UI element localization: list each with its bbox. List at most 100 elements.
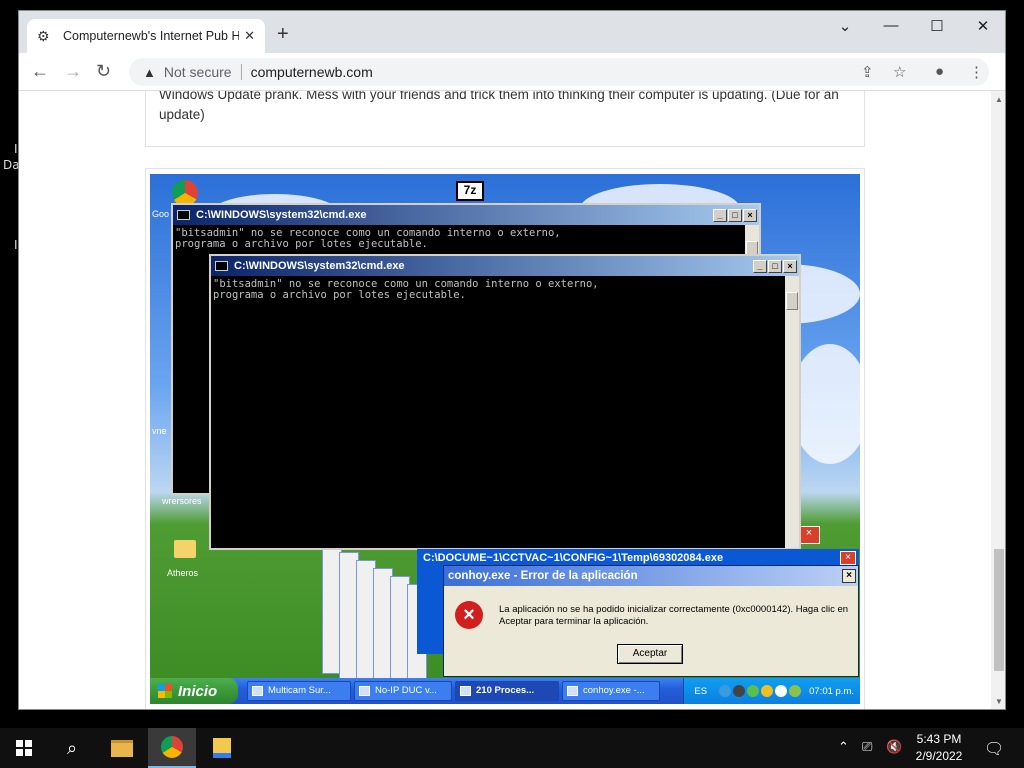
- app-icon[interactable]: [198, 728, 246, 768]
- cmd-icon: [215, 261, 228, 271]
- cmd-output: "bitsadmin" no se reconoce como un coman…: [213, 278, 599, 301]
- browser-tab[interactable]: ⚙ Computernewb's Internet Pub H ✕: [27, 19, 265, 53]
- maximize-button[interactable]: □: [768, 259, 782, 273]
- clock-date: 2/9/2022: [915, 749, 963, 763]
- cmd-console[interactable]: "bitsadmin" no se reconoce como un coman…: [211, 276, 785, 548]
- scroll-thumb[interactable]: [994, 549, 1004, 671]
- taskbar-button-label: No-IP DUC v...: [375, 685, 437, 696]
- back-button[interactable]: ←: [31, 61, 49, 82]
- start-label: Inicio: [178, 682, 218, 700]
- taskbar-button[interactable]: Multicam Sur...: [247, 681, 351, 701]
- article-description: Windows Update prank. Mess with your fri…: [159, 91, 839, 122]
- chevron-up-icon[interactable]: ⌃: [838, 739, 849, 755]
- tab-close-icon[interactable]: ✕: [244, 28, 255, 44]
- taskbar-button[interactable]: 210 Proces...: [455, 681, 559, 701]
- search-icon[interactable]: ⌕: [48, 728, 96, 768]
- warning-icon[interactable]: ▲: [143, 65, 156, 80]
- tray-icon[interactable]: [733, 685, 746, 697]
- scroll-thumb[interactable]: [786, 292, 798, 310]
- maximize-button[interactable]: □: [728, 208, 742, 222]
- language-indicator[interactable]: ES: [694, 686, 707, 697]
- dialog-titlebar[interactable]: conhoy.exe - Error de la aplicación ×: [444, 566, 858, 586]
- app-icon: [567, 686, 578, 696]
- desktop-text-fragment: I: [14, 142, 18, 156]
- cmd-titlebar[interactable]: C:\WINDOWS\system32\cmd.exe _ □ ×: [211, 256, 799, 276]
- bookmark-star-icon[interactable]: ☆: [893, 63, 906, 81]
- windows-logo-icon: [16, 740, 32, 756]
- profile-avatar-icon[interactable]: ●: [935, 63, 944, 80]
- close-button[interactable]: ×: [798, 526, 820, 544]
- windows-taskbar: ⌕ ⌃ ⎚ 🔇 5:43 PM 2/9/2022 🗨: [0, 728, 1024, 768]
- taskbar-button-label: Multicam Sur...: [268, 685, 331, 696]
- reload-button[interactable]: ↻: [96, 61, 111, 82]
- shield-icon[interactable]: [761, 685, 774, 697]
- tab-title: Computernewb's Internet Pub H: [63, 29, 239, 43]
- new-tab-button[interactable]: +: [277, 23, 289, 46]
- site-favicon-icon: ⚙: [37, 28, 50, 44]
- xp-clock[interactable]: 07:01 p.m.: [809, 686, 854, 697]
- close-window-button[interactable]: ✕: [960, 17, 1005, 35]
- address-bar[interactable]: ▲ Not secure computernewb.com ⇪ ☆ ● ⋮: [129, 58, 989, 86]
- desktop-icon-label: wrersores: [162, 496, 202, 506]
- error-message: La aplicación no se ha podido inicializa…: [499, 604, 849, 627]
- minimize-button[interactable]: _: [713, 208, 727, 222]
- scroll-down-arrow-icon[interactable]: ▼: [995, 697, 1003, 706]
- desktop-text-fragment: I: [14, 238, 18, 252]
- error-icon: ×: [455, 601, 483, 629]
- tray-icon[interactable]: [719, 685, 732, 697]
- maximize-button[interactable]: ☐: [914, 17, 960, 35]
- scroll-up-arrow-icon[interactable]: ▲: [995, 95, 1003, 104]
- folder-icon[interactable]: [174, 540, 196, 558]
- taskbar-button[interactable]: conhoy.exe -...: [562, 681, 660, 701]
- cmd-scrollbar[interactable]: [785, 276, 799, 548]
- tab-strip: ⚙ Computernewb's Internet Pub H ✕ + ⌄ — …: [19, 11, 1005, 53]
- system-clock[interactable]: 5:43 PM 2/9/2022: [908, 731, 970, 765]
- page-content: Windows Update prank. Mess with your fri…: [19, 91, 991, 709]
- menu-kebab-icon[interactable]: ⋮: [969, 63, 984, 81]
- notification-icon[interactable]: 🗨: [984, 739, 1004, 759]
- chrome-taskbar-icon[interactable]: [148, 728, 196, 768]
- close-button[interactable]: ×: [840, 551, 856, 565]
- omnibox-divider: [240, 64, 242, 80]
- error-window-title: C:\DOCUME~1\CCTVAC~1\CONFIG~1\Temp\69302…: [423, 552, 724, 564]
- file-explorer-icon[interactable]: [98, 728, 146, 768]
- app-icon: [252, 686, 263, 696]
- accept-button[interactable]: Aceptar: [617, 644, 683, 664]
- tray-icon[interactable]: [747, 685, 760, 697]
- xp-taskbar: Inicio Multicam Sur... No-IP DUC v... 21…: [150, 678, 860, 704]
- cmd-title: C:\WINDOWS\system32\cmd.exe: [196, 209, 367, 221]
- taskbar-button[interactable]: No-IP DUC v...: [354, 681, 452, 701]
- tab-search-chevron-icon[interactable]: ⌄: [822, 17, 868, 35]
- volume-muted-icon[interactable]: 🔇: [886, 739, 902, 755]
- taskbar-button-label: conhoy.exe -...: [583, 685, 645, 696]
- network-icon[interactable]: ⎚: [862, 739, 872, 755]
- start-button[interactable]: [0, 728, 48, 768]
- screenshot-card: Goo 7z vne wrersores Atheros C:\WINDOWS\…: [145, 168, 865, 709]
- desktop-icon-label: Goo: [152, 209, 170, 219]
- desktop-edge-left: I Da I: [0, 0, 20, 728]
- minimize-button[interactable]: _: [753, 259, 767, 273]
- error-dialog[interactable]: conhoy.exe - Error de la aplicación × × …: [443, 565, 859, 677]
- close-button[interactable]: ×: [842, 569, 856, 583]
- tray-icon[interactable]: [789, 685, 802, 697]
- tray-icon[interactable]: [775, 685, 788, 697]
- chrome-window: ⚙ Computernewb's Internet Pub H ✕ + ⌄ — …: [18, 10, 1006, 710]
- xp-screenshot[interactable]: Goo 7z vne wrersores Atheros C:\WINDOWS\…: [150, 174, 860, 704]
- cmd-window-front[interactable]: C:\WINDOWS\system32\cmd.exe _ □ × "bitsadm…: [209, 254, 801, 550]
- cmd-icon: [177, 210, 190, 220]
- start-button[interactable]: Inicio: [150, 678, 238, 704]
- clock-time: 5:43 PM: [916, 732, 962, 746]
- 7zip-icon[interactable]: 7z: [456, 181, 484, 201]
- article-card: Windows Update prank. Mess with your fri…: [145, 91, 865, 147]
- close-button[interactable]: ×: [783, 259, 797, 273]
- desktop-edge-right: [1006, 0, 1024, 728]
- share-icon[interactable]: ⇪: [861, 63, 874, 81]
- dialog-title: conhoy.exe - Error de la aplicación: [448, 570, 638, 582]
- security-label[interactable]: Not secure: [164, 64, 232, 80]
- cmd-titlebar[interactable]: C:\WINDOWS\system32\cmd.exe _ □ ×: [173, 205, 759, 225]
- url-text[interactable]: computernewb.com: [251, 64, 373, 80]
- page-scrollbar[interactable]: ▲ ▼: [991, 91, 1005, 709]
- forward-button[interactable]: →: [64, 61, 82, 82]
- minimize-button[interactable]: —: [868, 17, 914, 34]
- close-button[interactable]: ×: [743, 208, 757, 222]
